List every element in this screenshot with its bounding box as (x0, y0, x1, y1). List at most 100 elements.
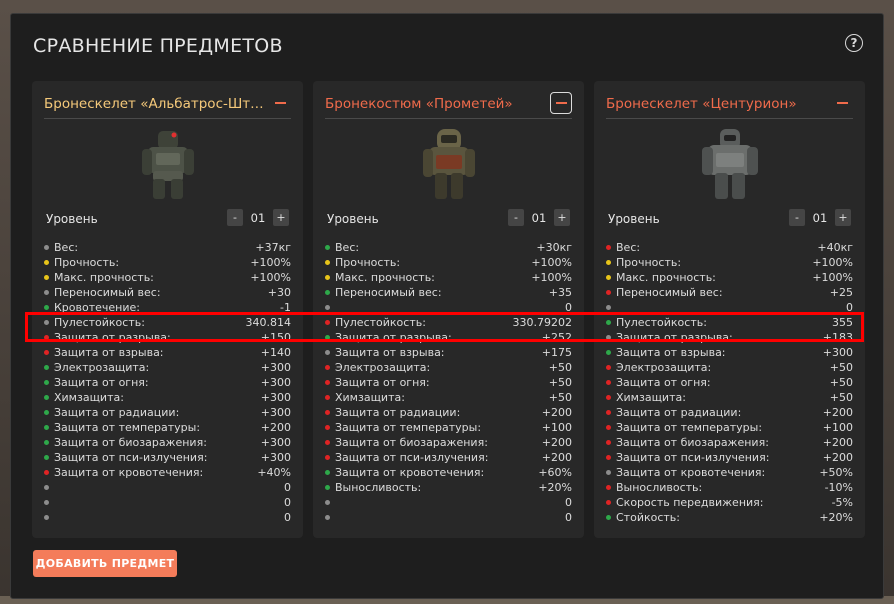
status-dot-icon (325, 260, 330, 265)
remove-item-button[interactable] (269, 92, 291, 114)
status-dot-icon (44, 470, 49, 475)
stat-value: 0 (284, 511, 291, 524)
stat-value: +100% (250, 256, 291, 269)
stat-name: Защита от взрыва: (616, 346, 726, 359)
stat-value: 0 (284, 481, 291, 494)
level-row: Уровень - + (46, 209, 291, 229)
level-increase-button[interactable]: + (835, 209, 851, 226)
status-dot-icon (606, 305, 611, 310)
item-name: Бронескелет «Альбатрос-Штурмовик» (44, 96, 269, 112)
stat-value: +37кг (255, 241, 291, 254)
level-label: Уровень (608, 212, 660, 226)
status-dot-icon (325, 245, 330, 250)
stat-name: Защита от кровотечения: (335, 466, 485, 479)
status-dot-icon (325, 425, 330, 430)
help-icon[interactable]: ? (845, 34, 863, 52)
status-dot-icon (325, 380, 330, 385)
status-dot-icon (44, 425, 49, 430)
status-dot-icon (325, 410, 330, 415)
stat-value: -5% (831, 496, 853, 509)
stat-row: Защита от кровотечения: +40% (44, 465, 291, 480)
stat-value: +25 (829, 286, 853, 299)
stat-row: Защита от взрыва: +175 (325, 345, 572, 360)
stat-row: 0 (325, 510, 572, 525)
stat-name: Электрозащита: (54, 361, 150, 374)
stat-name: Переносимый вес: (335, 286, 442, 299)
stat-name: Защита от пси-излучения: (335, 451, 489, 464)
stat-value: +300 (260, 451, 291, 464)
compare-modal: СРАВНЕНИЕ ПРЕДМЕТОВ ? Бронескелет «Альба… (10, 13, 884, 599)
stat-row: Прочность: +100% (44, 255, 291, 270)
stat-value: +30кг (536, 241, 572, 254)
stat-row: Защита от температуры: +200 (44, 420, 291, 435)
status-dot-icon (44, 440, 49, 445)
stat-value: +300 (260, 391, 291, 404)
status-dot-icon (44, 290, 49, 295)
stat-row: Химзащита: +300 (44, 390, 291, 405)
stat-name: Макс. прочность: (54, 271, 154, 284)
stat-value: +50 (829, 361, 853, 374)
stats-list: Вес: +30кг Прочность: +100% Макс. прочность:… (325, 240, 572, 525)
level-input[interactable] (807, 209, 833, 226)
card-header: Бронескелет «Центурион» (606, 91, 853, 119)
stat-row: Защита от огня: +300 (44, 375, 291, 390)
status-dot-icon (325, 500, 330, 505)
stat-row: Электрозащита: +50 (606, 360, 853, 375)
stat-row: Защита от кровотечения: +60% (325, 465, 572, 480)
status-dot-icon (606, 380, 611, 385)
stat-value: -10% (824, 481, 853, 494)
level-decrease-button[interactable]: - (789, 209, 805, 226)
level-increase-button[interactable]: + (554, 209, 570, 226)
stat-row: Химзащита: +50 (606, 390, 853, 405)
stat-row: Вес: +30кг (325, 240, 572, 255)
stat-row: Макс. прочность: +100% (44, 270, 291, 285)
status-dot-icon (325, 455, 330, 460)
stat-value: +200 (822, 436, 853, 449)
armor-suit-image (422, 129, 475, 199)
stat-row: Защита от температуры: +100 (325, 420, 572, 435)
level-row: Уровень - + (327, 209, 572, 229)
item-name: Бронекостюм «Прометей» (325, 96, 513, 112)
stat-value: +35 (548, 286, 572, 299)
stat-name: Защита от радиации: (54, 406, 180, 419)
stat-row: Защита от огня: +50 (606, 375, 853, 390)
stat-name: Защита от биозаражения: (335, 436, 488, 449)
stat-value: +300 (260, 436, 291, 449)
stat-value: 0 (565, 511, 572, 524)
exoskeleton-image (141, 131, 194, 199)
status-dot-icon (325, 275, 330, 280)
level-increase-button[interactable]: + (273, 209, 289, 226)
stat-value: +50 (548, 376, 572, 389)
level-decrease-button[interactable]: - (508, 209, 524, 226)
status-dot-icon (606, 440, 611, 445)
stat-value: +300 (822, 346, 853, 359)
stat-value: +200 (822, 451, 853, 464)
stat-name: Макс. прочность: (616, 271, 716, 284)
level-input[interactable] (526, 209, 552, 226)
minus-icon (555, 102, 567, 104)
item-card-2: Бронекостюм «Прометей» Уровень - + Вес: +… (313, 81, 584, 538)
level-input[interactable] (245, 209, 271, 226)
status-dot-icon (325, 350, 330, 355)
stat-name: Электрозащита: (335, 361, 431, 374)
status-dot-icon (606, 410, 611, 415)
stat-value: +140 (260, 346, 291, 359)
stat-row: Переносимый вес: +35 (325, 285, 572, 300)
stat-row: Прочность: +100% (325, 255, 572, 270)
stat-name: Защита от биозаражения: (616, 436, 769, 449)
stats-list: Вес: +37кг Прочность: +100% Макс. прочность:… (44, 240, 291, 525)
stat-value: +60% (538, 466, 572, 479)
level-label: Уровень (46, 212, 98, 226)
remove-item-button[interactable] (550, 92, 572, 114)
stat-name: Переносимый вес: (54, 286, 161, 299)
status-dot-icon (606, 515, 611, 520)
stat-name: Прочность: (335, 256, 401, 269)
stat-row: 0 (44, 480, 291, 495)
status-dot-icon (44, 455, 49, 460)
remove-item-button[interactable] (831, 92, 853, 114)
stat-row: Защита от радиации: +200 (606, 405, 853, 420)
add-item-button[interactable]: ДОБАВИТЬ ПРЕДМЕТ (33, 550, 177, 577)
stat-value: +50 (548, 361, 572, 374)
level-decrease-button[interactable]: - (227, 209, 243, 226)
status-dot-icon (325, 395, 330, 400)
